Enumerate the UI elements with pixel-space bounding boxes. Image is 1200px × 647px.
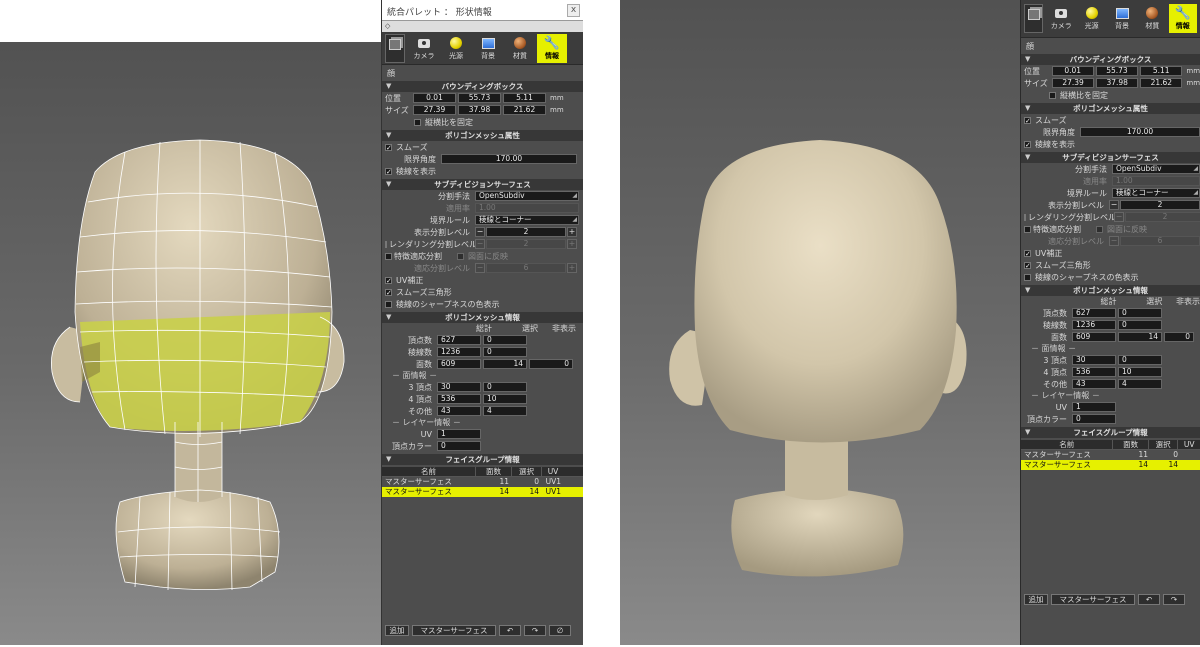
light-icon [449,36,464,50]
uv-fix-row[interactable]: ✓ UV補正 [382,274,583,286]
surface-dropdown[interactable]: マスターサーフェス [1051,594,1135,605]
show-edges-checkbox[interactable]: ✓ [385,167,392,175]
wrench-icon: 🔧 [1174,5,1191,21]
angle-field[interactable]: 170.00 [441,154,577,164]
show-edges-row[interactable]: ✓ 稜線を表示 [382,165,583,177]
render-level-checkbox[interactable] [385,240,387,248]
edge-color-checkbox[interactable] [385,300,392,308]
background-icon [481,36,496,50]
material-icon [513,36,528,50]
smooth-row[interactable]: ✓ スムーズ [382,141,583,153]
wrench-icon: 🔧 [543,35,561,51]
display-level-field[interactable]: 2 [486,227,566,237]
table-row[interactable]: マスターサーフェス 14 14 UV1 [382,487,583,497]
integrated-palette-copy: カメラ 光源 背景 材質 🔧情報 顔 バウンディングボックス 位置 0.01 5… [1020,0,1200,645]
palette-titlebar[interactable]: 統合パレット ： 形状情報 x [382,0,583,21]
position-x-field[interactable]: 0.01 [413,93,456,103]
position-z-field[interactable]: 5.11 [503,93,546,103]
method-dropdown[interactable]: OpenSubdiv [475,191,579,201]
adaptive-level-field: 6 [486,263,566,273]
display-level-plus-button[interactable]: + [567,227,577,237]
facegroup-table: 名前 面数 選択 UV マスターサーフェス 11 0 マスターサーフェス 14 … [1021,440,1200,470]
tab-camera[interactable]: カメラ [1047,4,1075,33]
edge-color-row[interactable]: 稜線のシャープネスの色表示 [382,298,583,310]
redo-icon[interactable]: ↷ [524,625,546,636]
separator [583,0,620,645]
tab-light[interactable]: 光源 [1077,4,1105,33]
palette-bottom-bar: 追加 マスターサーフェス ↶ ↷ [1021,593,1200,606]
object-name: 顔 [1026,42,1034,51]
boundary-dropdown[interactable]: 稜線とコーナー [475,215,579,225]
tab-info[interactable]: 🔧 情報 [1168,4,1197,33]
light-icon [1084,6,1099,20]
size-x-field[interactable]: 27.39 [413,105,456,115]
uv-fix-checkbox[interactable]: ✓ [385,276,392,284]
head-smooth-model [669,140,967,577]
viewport-rendered[interactable] [620,0,1020,645]
pin-icon[interactable]: ◇ [382,21,583,32]
display-level-minus-button[interactable]: − [475,227,485,237]
size-z-field[interactable]: 21.62 [503,105,546,115]
smooth-tri-row[interactable]: ✓ スムーズ三角形 [382,286,583,298]
add-button[interactable]: 追加 [385,625,409,636]
reflect-checkbox [457,252,464,260]
background-icon [1115,6,1130,20]
smooth-checkbox[interactable]: ✓ [385,143,392,151]
camera-icon [1054,6,1069,20]
polymesh-info-section-header[interactable]: ポリゴンメッシュ情報 [382,312,583,323]
facegroup-section-header[interactable]: フェイスグループ情報 [1021,427,1200,438]
viewport-wireframe[interactable] [0,42,381,645]
camera-icon [417,36,432,50]
lock-ratio-row[interactable]: 縦横比を固定 [382,116,583,128]
palette-toolbar: カメラ 光源 背景 材質 🔧 情報 [1021,0,1200,38]
tab-background[interactable]: 背景 [1108,4,1136,33]
size-y-field[interactable]: 37.98 [458,105,501,115]
palette-title: 統合パレット ： 形状情報 [387,8,492,18]
angle-row: 限界角度 170.00 [382,153,583,165]
palette-toolbar: カメラ 光源 背景 材質 🔧 情報 [382,32,583,65]
polymesh-attr-section-header[interactable]: ポリゴンメッシュ属性 [1021,103,1200,114]
undo-icon[interactable]: ↶ [499,625,521,636]
rate-field: 1.00 [475,203,579,213]
bbox-section-header[interactable]: バウンディングボックス [382,81,583,92]
table-row[interactable]: マスターサーフェス 11 0 UV1 [382,477,583,487]
facegroup-table: 名前 面数 選択 UV マスターサーフェス 11 0 UV1 マスターサーフェス… [382,467,583,497]
tab-background[interactable]: 背景 [473,34,503,63]
facegroup-section-header[interactable]: フェイスグループ情報 [382,454,583,465]
subdiv-section-header[interactable]: サブディビジョンサーフェス [382,179,583,190]
smooth-tri-checkbox[interactable]: ✓ [385,288,392,296]
polymesh-attr-section-header[interactable]: ポリゴンメッシュ属性 [382,130,583,141]
integrated-palette: 統合パレット ： 形状情報 x ◇ カメラ 光源 背景 材質 🔧情報 顔 バウン… [381,0,583,645]
polymesh-info-section-header[interactable]: ポリゴンメッシュ情報 [1021,285,1200,296]
tab-info[interactable]: 🔧 情報 [537,34,567,63]
object-icon[interactable] [385,34,405,63]
add-button[interactable]: 追加 [1024,594,1048,605]
adaptive-checkbox[interactable] [385,252,392,260]
bbox-size-row: サイズ 27.39 37.98 21.62 mm [385,105,564,115]
delete-icon[interactable]: ∅ [549,625,571,636]
surface-dropdown[interactable]: マスターサーフェス [412,625,496,636]
render-level-field: 2 [486,239,566,249]
material-icon [1145,6,1160,20]
tab-material[interactable]: 材質 [505,34,535,63]
lock-ratio-checkbox[interactable] [414,118,421,126]
bbox-section-header[interactable]: バウンディングボックス [1021,54,1200,65]
tab-light[interactable]: 光源 [441,34,471,63]
undo-icon[interactable]: ↶ [1138,594,1160,605]
head-wireframe-model [51,139,345,591]
object-name: 顔 [387,69,395,78]
object-icon[interactable] [1024,4,1044,33]
subdiv-section-header[interactable]: サブディビジョンサーフェス [1021,152,1200,163]
bbox-position-row: 位置 0.01 55.73 5.11 mm [385,93,564,103]
redo-icon[interactable]: ↷ [1163,594,1185,605]
table-row[interactable]: マスターサーフェス 11 0 [1021,450,1200,460]
tab-camera[interactable]: カメラ [409,34,439,63]
close-button[interactable]: x [567,4,580,17]
tab-material[interactable]: 材質 [1138,4,1166,33]
position-y-field[interactable]: 55.73 [458,93,501,103]
palette-bottom-bar: 追加 マスターサーフェス ↶ ↷ ∅ [382,624,583,637]
table-row[interactable]: マスターサーフェス 14 14 [1021,460,1200,470]
